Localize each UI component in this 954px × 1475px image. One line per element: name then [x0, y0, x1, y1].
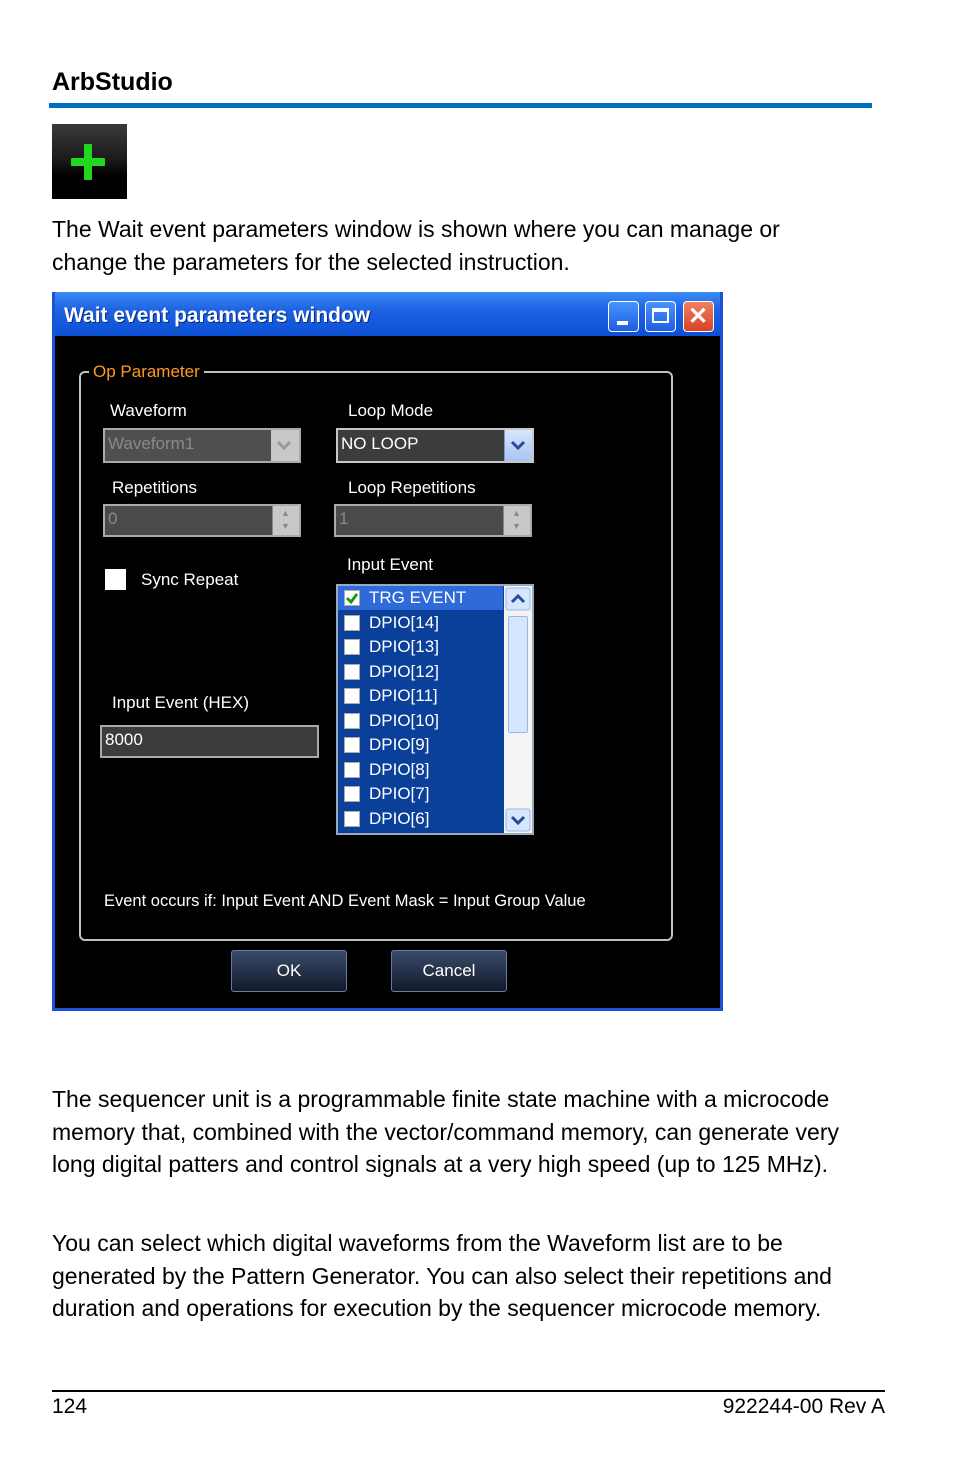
input-event-item[interactable]: DPIO[6]: [338, 807, 503, 831]
input-event-item[interactable]: DPIO[11]: [338, 684, 503, 708]
intro-paragraph: The Wait event parameters window is show…: [52, 216, 780, 275]
input-event-checkbox[interactable]: [344, 712, 360, 729]
input-event-item-label: DPIO[10]: [369, 710, 439, 730]
list-scrollbar[interactable]: [504, 586, 532, 833]
input-event-hex-value: 8000: [105, 730, 143, 749]
scroll-up-icon[interactable]: [504, 586, 532, 612]
maximize-button[interactable]: [645, 301, 676, 332]
input-event-item-label: DPIO[6]: [369, 808, 430, 828]
chevron-down-icon: [510, 440, 526, 451]
sync-repeat-checkbox[interactable]: [105, 569, 126, 590]
maximize-icon: [652, 308, 669, 323]
scroll-thumb[interactable]: [508, 616, 528, 733]
waveform-dropdown-arrow[interactable]: [271, 430, 299, 461]
loop-mode-dropdown-arrow[interactable]: [504, 430, 532, 461]
input-event-item[interactable]: DPIO[10]: [338, 709, 503, 733]
input-event-item[interactable]: DPIO[9]: [338, 733, 503, 757]
input-event-item[interactable]: TRG EVENT: [338, 586, 503, 610]
input-event-item-label: DPIO[8]: [369, 759, 430, 779]
input-event-item-label: DPIO[7]: [369, 784, 430, 803]
loop-repetitions-spin-buttons[interactable]: ▲ ▼: [503, 506, 530, 535]
input-event-item-label: DPIO[14]: [369, 612, 439, 632]
input-event-item-label: DPIO[9]: [369, 735, 430, 754]
loop-mode-label: Loop Mode: [348, 401, 434, 420]
minimize-icon: [617, 321, 628, 325]
doc-revision: 922244-00 Rev A: [722, 1395, 885, 1418]
waveform-select[interactable]: Waveform1: [103, 428, 301, 463]
input-event-checkbox[interactable]: [344, 590, 360, 606]
input-event-item[interactable]: DPIO[13]: [338, 635, 503, 659]
condition-text: Event occurs if: Input Event AND Event M…: [104, 892, 586, 910]
input-event-item[interactable]: DPIO[12]: [338, 660, 503, 684]
loop-repetitions-label: Loop Repetitions: [348, 478, 476, 497]
input-event-item-label: DPIO[11]: [369, 686, 438, 705]
input-event-label: Input Event: [347, 555, 434, 574]
loop-repetitions-value: 1: [339, 509, 349, 528]
input-event-checkbox[interactable]: [344, 639, 360, 655]
input-event-hex-field[interactable]: 8000: [100, 725, 319, 758]
repetitions-spinner[interactable]: 0 ▲ ▼: [103, 504, 301, 537]
scroll-down-icon[interactable]: [504, 807, 532, 833]
input-event-item[interactable]: DPIO[8]: [338, 758, 503, 782]
input-event-checkbox[interactable]: [344, 737, 360, 753]
sync-repeat-label: Sync Repeat: [141, 570, 239, 589]
loop-mode-select[interactable]: NO LOOP: [336, 428, 534, 463]
input-event-hex-label: Input Event (HEX): [112, 693, 250, 712]
wait-event-dialog: Wait event parameters window ✕ Op Parame…: [52, 292, 723, 1011]
input-event-checkbox[interactable]: [344, 614, 360, 631]
waveform-value: Waveform1: [108, 434, 195, 453]
header-rule: [49, 103, 872, 108]
input-event-checkbox[interactable]: [344, 786, 360, 802]
input-event-checkbox[interactable]: [344, 688, 360, 704]
repetitions-spin-buttons[interactable]: ▲ ▼: [272, 506, 299, 535]
waveform-label: Waveform: [110, 401, 187, 420]
input-event-item-label: DPIO[12]: [369, 661, 439, 681]
plus-vertical: [84, 144, 92, 180]
checkmark-icon: [345, 593, 359, 605]
input-event-checkbox[interactable]: [344, 663, 360, 680]
input-event-checkbox[interactable]: [344, 761, 360, 778]
repetitions-label: Repetitions: [112, 478, 198, 497]
close-icon: ✕: [688, 303, 709, 330]
dialog-titlebar[interactable]: Wait event parameters window ✕: [55, 292, 720, 336]
minimize-button[interactable]: [608, 301, 639, 332]
ok-button[interactable]: OK: [231, 950, 347, 992]
input-event-item-label: DPIO[13]: [369, 637, 439, 656]
header-title: ArbStudio: [52, 68, 173, 96]
footer-rule: [52, 1390, 885, 1392]
repetitions-value: 0: [108, 509, 118, 528]
input-event-item[interactable]: DPIO[7]: [338, 782, 503, 806]
sequencer-paragraph: The sequencer unit is a programmable fin…: [52, 1086, 840, 1177]
loop-mode-value: NO LOOP: [341, 434, 419, 453]
loop-repetitions-spinner[interactable]: 1 ▲ ▼: [334, 504, 532, 537]
dialog-title: Wait event parameters window: [64, 304, 371, 327]
add-plus-icon: [52, 124, 127, 199]
input-event-checkbox[interactable]: [344, 810, 360, 827]
input-event-list[interactable]: TRG EVENT DPIO[14] DPIO[13] DPIO[12] DPIO[11…: [336, 584, 534, 835]
chevron-down-icon: [276, 440, 292, 451]
cancel-button[interactable]: Cancel: [391, 950, 507, 992]
op-parameter-legend: Op Parameter: [89, 362, 204, 382]
close-button[interactable]: ✕: [683, 301, 714, 332]
page-number: 124: [52, 1395, 88, 1418]
input-event-item[interactable]: DPIO[14]: [338, 611, 503, 635]
selection-paragraph: You can select which digital waveforms f…: [52, 1230, 832, 1321]
input-event-item-label: TRG EVENT: [369, 588, 467, 607]
